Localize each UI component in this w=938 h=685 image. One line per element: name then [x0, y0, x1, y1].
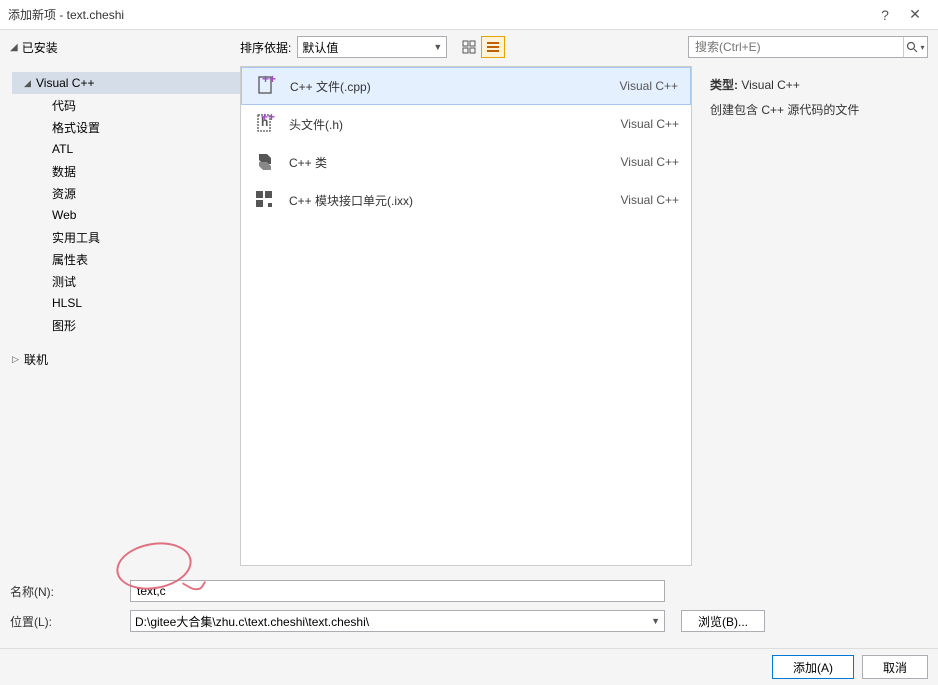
tree-node-label: HLSL — [52, 296, 82, 310]
h-file-icon: h++ — [253, 112, 277, 136]
info-panel: 类型: Visual C++ 创建包含 C++ 源代码的文件 — [698, 64, 938, 572]
installed-label: 已安装 — [22, 39, 58, 56]
tree-node-label: Visual C++ — [36, 76, 94, 90]
tree-node[interactable]: ATL — [12, 138, 240, 160]
tree-node-label: 测试 — [52, 273, 76, 290]
search-dropdown-icon: ▾ — [920, 43, 924, 52]
tree-node-label: 资源 — [52, 185, 76, 202]
category-tree: ◢Visual C++ 代码格式设置 ATL 数据资源 Web 实用工具属性表测试 HLSL… — [0, 64, 240, 572]
installed-header[interactable]: ◢ 已安装 — [10, 39, 240, 56]
close-button[interactable]: ✕ — [900, 6, 930, 23]
tree-node[interactable]: 格式设置 — [12, 116, 240, 138]
small-icons-view-button[interactable] — [481, 36, 505, 58]
tree-node-label: 代码 — [52, 97, 76, 114]
location-value: D:\gitee大合集\zhu.c\text.cheshi\text.chesh… — [135, 613, 369, 630]
name-label: 名称(N): — [10, 583, 130, 600]
toolbar: ◢ 已安装 排序依据: 默认值 ▼ ▾ — [0, 30, 938, 64]
sort-value: 默认值 — [302, 39, 338, 56]
name-input[interactable] — [130, 580, 665, 602]
template-name: C++ 类 — [289, 154, 621, 171]
main-area: ◢Visual C++代码格式设置ATL数据资源Web实用工具属性表测试HLSL… — [0, 64, 938, 572]
browse-button[interactable]: 浏览(B)... — [681, 610, 765, 632]
template-item[interactable]: h++ 头文件(.h)Visual C++ — [241, 105, 691, 143]
cancel-button[interactable]: 取消 — [862, 655, 928, 679]
tree-node-label: 实用工具 — [52, 229, 100, 246]
template-item[interactable]: C++ 模块接口单元(.ixx)Visual C++ — [241, 181, 691, 219]
location-combo[interactable]: D:\gitee大合集\zhu.c\text.cheshi\text.chesh… — [130, 610, 665, 632]
template-name: C++ 模块接口单元(.ixx) — [289, 192, 621, 209]
template-category: Visual C++ — [621, 193, 679, 207]
tree-node-label: 数据 — [52, 163, 76, 180]
add-button[interactable]: 添加(A) — [772, 655, 854, 679]
tree-node[interactable]: 数据 — [12, 160, 240, 182]
type-label: 类型: Visual C++ — [710, 78, 800, 92]
bottom-fields: 名称(N): 位置(L): D:\gitee大合集\zhu.c\text.che… — [0, 572, 938, 648]
large-icons-view-button[interactable] — [457, 36, 481, 58]
tree-arrow-icon: ◢ — [24, 78, 36, 89]
tree-node-label: ATL — [52, 142, 73, 156]
tree-node-label: Web — [52, 208, 76, 222]
tree-node-label: 格式设置 — [52, 119, 100, 136]
tree-node[interactable]: 实用工具 — [12, 226, 240, 248]
titlebar: 添加新项 - text.cheshi ? ✕ — [0, 0, 938, 30]
help-button[interactable]: ? — [870, 7, 900, 23]
tree-node[interactable]: Web — [12, 204, 240, 226]
template-name: C++ 文件(.cpp) — [290, 78, 620, 95]
expand-arrow-icon: ▷ — [12, 354, 24, 365]
online-label: 联机 — [24, 351, 48, 368]
description: 创建包含 C++ 源代码的文件 — [710, 101, 926, 119]
template-list: ++C++ 文件(.cpp)Visual C++h++头文件(.h)Visual… — [240, 66, 692, 566]
dropdown-arrow-icon: ▼ — [433, 42, 442, 52]
tree-node[interactable]: 代码 — [12, 94, 240, 116]
search-icon[interactable]: ▾ — [903, 37, 927, 57]
svg-text:++: ++ — [262, 74, 276, 86]
tree-node[interactable]: HLSL — [12, 292, 240, 314]
sort-combo[interactable]: 默认值 ▼ — [297, 36, 447, 58]
dialog-buttons: 添加(A) 取消 — [0, 648, 938, 685]
dropdown-arrow-icon: ▼ — [651, 616, 660, 626]
svg-text:++: ++ — [261, 112, 275, 124]
view-buttons — [457, 36, 505, 58]
module-icon — [253, 188, 277, 212]
sort-area: 排序依据: 默认值 ▼ — [240, 36, 447, 58]
name-row: 名称(N): — [10, 580, 928, 602]
template-item[interactable]: C++ 类Visual C++ — [241, 143, 691, 181]
collapse-arrow-icon: ◢ — [10, 42, 18, 53]
tree-node[interactable]: ◢Visual C++ — [12, 72, 240, 94]
template-category: Visual C++ — [621, 117, 679, 131]
location-label: 位置(L): — [10, 613, 130, 630]
tree-node[interactable]: 图形 — [12, 314, 240, 336]
search-input[interactable] — [689, 40, 903, 54]
tree-node-label: 属性表 — [52, 251, 88, 268]
cpp-class-icon — [253, 150, 277, 174]
location-row: 位置(L): D:\gitee大合集\zhu.c\text.cheshi\tex… — [10, 610, 928, 632]
sort-label: 排序依据: — [240, 39, 291, 56]
tree-node[interactable]: 属性表 — [12, 248, 240, 270]
template-name: 头文件(.h) — [289, 116, 621, 133]
cpp-file-icon: ++ — [254, 74, 278, 98]
online-node[interactable]: ▷ 联机 — [12, 348, 240, 370]
template-item[interactable]: ++ C++ 文件(.cpp)Visual C++ — [241, 67, 691, 105]
tree-node[interactable]: 测试 — [12, 270, 240, 292]
tree-node[interactable]: 资源 — [12, 182, 240, 204]
search-box[interactable]: ▾ — [688, 36, 928, 58]
template-category: Visual C++ — [621, 155, 679, 169]
tree-node-label: 图形 — [52, 317, 76, 334]
window-title: 添加新项 - text.cheshi — [8, 6, 870, 23]
template-category: Visual C++ — [620, 79, 678, 93]
